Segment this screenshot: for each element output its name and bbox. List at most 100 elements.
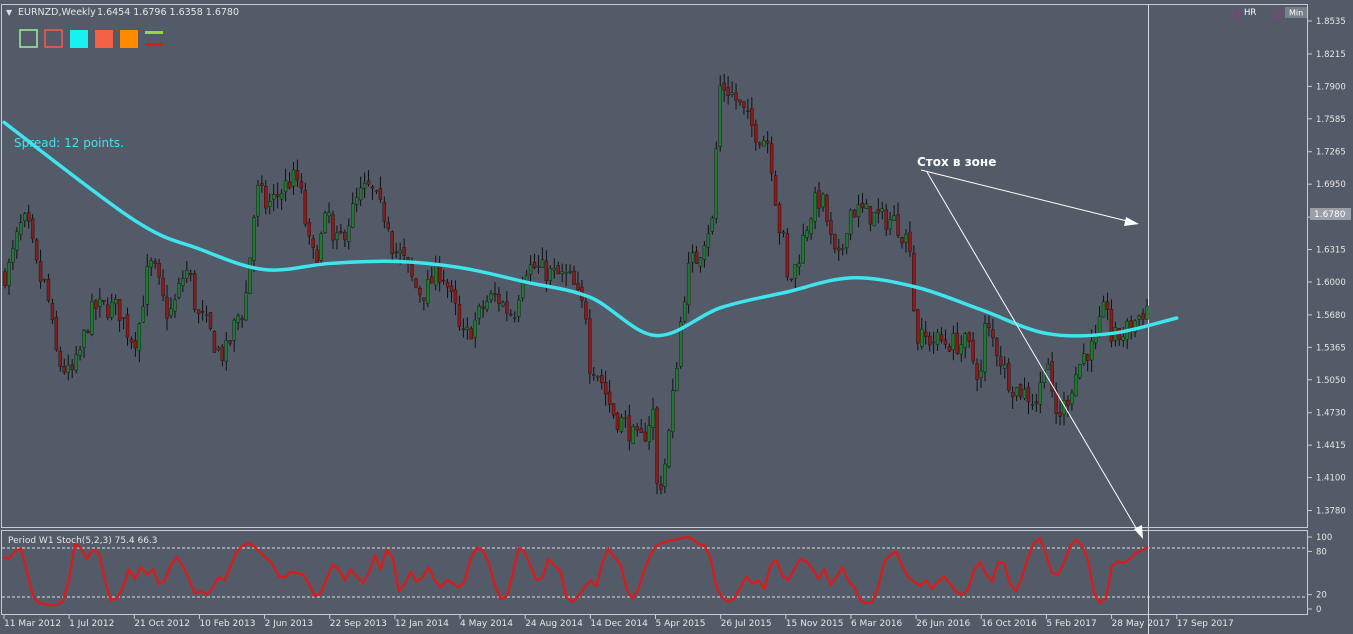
stoch-tick-label: 20	[1316, 591, 1327, 601]
bear-candle	[378, 188, 383, 200]
bull-candle	[761, 140, 766, 147]
bear-candle	[366, 180, 371, 185]
bull-candle	[631, 426, 635, 444]
bull-candle	[78, 349, 82, 356]
bull-candle	[596, 375, 600, 378]
bear-candle	[94, 300, 98, 310]
bull-candle	[489, 293, 493, 301]
bear-candle	[117, 299, 122, 321]
bear-candle	[829, 220, 833, 235]
time-tick-label: 15 Nov 2015	[786, 619, 844, 629]
stoch-tick-label: 100	[1316, 533, 1332, 543]
time-tick-label: 21 Oct 2012	[134, 619, 190, 629]
header-arrow-icon[interactable]: ▼	[6, 8, 13, 17]
bull-candle	[983, 323, 987, 373]
bull-candle	[1078, 364, 1082, 378]
stoch-tick-label: 80	[1316, 547, 1327, 557]
price-tick-label: 1.4415	[1316, 441, 1346, 451]
bear-candle	[493, 293, 497, 296]
bear-candle	[746, 110, 750, 112]
time-axis: 11 Mar 2012 1 Jul 2012 21 Oct 2012 10 Feb 2…	[3, 615, 1234, 629]
bear-candle	[106, 304, 110, 318]
price-tick-label: 1.7900	[1316, 82, 1346, 92]
bull-candle	[216, 347, 221, 350]
bear-candle	[3, 271, 7, 286]
time-tick-label: 10 Feb 2013	[199, 619, 255, 629]
bull-candle	[121, 317, 126, 319]
price-tick-label: 1.5680	[1316, 311, 1346, 321]
bull-candle	[552, 268, 556, 271]
bull-candle	[374, 190, 379, 192]
price-tick-label: 1.5050	[1316, 376, 1346, 386]
price-tick-label: 1.8215	[1316, 50, 1346, 60]
bull-candle	[517, 299, 521, 317]
bear-candle	[769, 143, 774, 174]
bear-candle	[607, 391, 612, 405]
bull-candle	[805, 230, 809, 238]
bear-candle	[1105, 301, 1110, 310]
bull-candle	[844, 233, 849, 249]
bull-candle	[1137, 315, 1141, 320]
bull-candle	[797, 263, 801, 267]
bull-candle	[1082, 353, 1086, 364]
green-square-outline-icon[interactable]	[19, 29, 38, 48]
bear-candle	[70, 364, 74, 370]
bull-candle	[690, 252, 695, 263]
bull-candle	[702, 245, 707, 260]
bull-candle	[465, 326, 470, 330]
cyan-square-icon[interactable]	[70, 30, 88, 48]
main-panel-border	[1, 4, 1308, 528]
bear-candle	[382, 202, 387, 222]
bull-candle	[485, 301, 489, 310]
bull-candle	[477, 305, 481, 319]
bull-candle	[42, 278, 47, 281]
bull-candle	[663, 463, 667, 487]
bear-candle	[659, 484, 663, 490]
coral-square-icon[interactable]	[95, 30, 113, 48]
bull-candle	[619, 417, 624, 432]
bear-candle	[532, 262, 537, 269]
bear-candle	[773, 175, 778, 206]
bull-candle	[560, 270, 564, 275]
bear-candle	[971, 339, 975, 362]
bear-candle	[287, 181, 292, 189]
bear-candle	[157, 263, 161, 278]
bear-candle	[556, 265, 560, 275]
bull-candle	[963, 333, 967, 348]
bear-candle	[208, 312, 213, 329]
bull-candle	[169, 308, 173, 317]
red-square-outline-icon[interactable]	[44, 29, 63, 48]
min-button-label[interactable]: Min	[1289, 9, 1303, 18]
bull-candle	[651, 409, 655, 429]
price-tick-label: 1.6000	[1316, 278, 1346, 288]
bear-candle	[220, 346, 225, 361]
bear-candle	[445, 281, 450, 288]
bear-candle	[1006, 362, 1011, 391]
bull-candle	[872, 211, 877, 227]
bull-candle	[90, 301, 94, 335]
price-tick-label: 1.3780	[1316, 507, 1346, 517]
bull-candle	[137, 323, 142, 352]
bear-candle	[615, 412, 620, 431]
bear-candle	[967, 332, 971, 342]
bear-candle	[876, 209, 880, 214]
green-red-lines-icon[interactable]	[145, 31, 163, 46]
time-tick-label: 16 Oct 2016	[981, 619, 1037, 629]
bear-candle	[860, 202, 865, 209]
bull-candle	[319, 233, 323, 261]
bull-candle	[7, 262, 11, 286]
bear-candle	[987, 323, 991, 328]
bull-candle	[821, 193, 825, 208]
annotation-arrow-price	[920, 169, 1132, 223]
bull-candle	[23, 213, 27, 222]
bear-candle	[402, 247, 406, 256]
corner-label-hr[interactable]: HR	[1244, 8, 1256, 18]
bull-candle	[66, 364, 70, 373]
orange-square-icon[interactable]	[120, 30, 138, 48]
bear-candle	[991, 329, 995, 339]
candles-layer	[3, 73, 1149, 495]
bear-candle	[497, 294, 501, 304]
bull-candle	[98, 298, 102, 307]
bear-candle	[765, 140, 770, 144]
bear-candle	[457, 304, 462, 328]
